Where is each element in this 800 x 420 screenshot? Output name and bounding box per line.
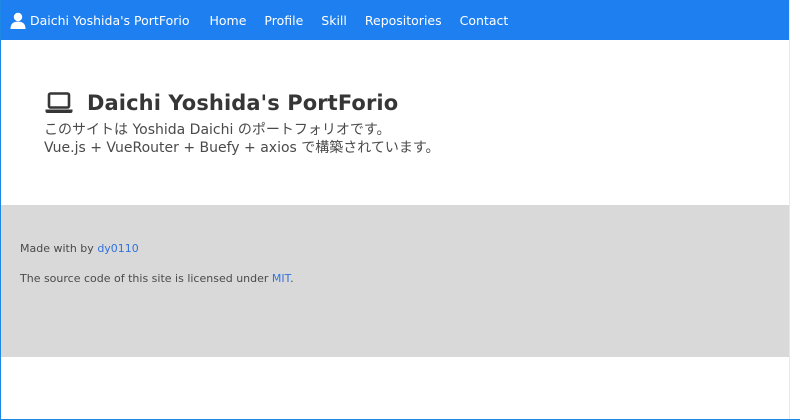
footer-made-with-text: Made with by <box>20 242 98 255</box>
nav-item-home[interactable]: Home <box>209 13 246 28</box>
page: Daichi Yoshida's PortForio Home Profile … <box>1 0 789 419</box>
author-link[interactable]: dy0110 <box>97 242 139 255</box>
user-icon <box>10 12 26 29</box>
navbar-brand[interactable]: Daichi Yoshida's PortForio <box>10 12 189 29</box>
hero-subtitle-line-2: Vue.js + VueRouter + Buefy + axios で構築され… <box>44 140 440 156</box>
navbar: Daichi Yoshida's PortForio Home Profile … <box>1 0 789 40</box>
nav-item-repositories[interactable]: Repositories <box>365 13 442 28</box>
hero-subtitle: このサイトは Yoshida Daichi のポートフォリオです。 Vue.js… <box>44 121 439 157</box>
license-link[interactable]: MIT <box>272 272 290 285</box>
hero-title-row: Daichi Yoshida's PortForio <box>45 91 398 115</box>
navbar-brand-label: Daichi Yoshida's PortForio <box>30 12 190 28</box>
nav-item-skill[interactable]: Skill <box>321 13 347 28</box>
hero-section: Daichi Yoshida's PortForio このサイトは Yoshid… <box>1 40 789 205</box>
laptop-icon <box>45 92 73 113</box>
browser-viewport: Daichi Yoshida's PortForio Home Profile … <box>0 0 800 420</box>
nav-item-contact[interactable]: Contact <box>460 13 509 28</box>
hero-subtitle-line-1: このサイトは Yoshida Daichi のポートフォリオです。 <box>44 122 391 138</box>
scrollbar[interactable] <box>789 0 800 419</box>
footer: Made with by dy0110 The source code of t… <box>1 205 789 357</box>
footer-license-text: The source code of this site is licensed… <box>20 272 272 285</box>
footer-made-with: Made with by dy0110 <box>20 242 139 255</box>
hero-title: Daichi Yoshida's PortForio <box>87 91 399 115</box>
footer-license-suffix: . <box>290 272 294 285</box>
page-bottom <box>1 357 789 419</box>
nav-item-profile[interactable]: Profile <box>264 13 303 28</box>
footer-license: The source code of this site is licensed… <box>20 272 294 285</box>
